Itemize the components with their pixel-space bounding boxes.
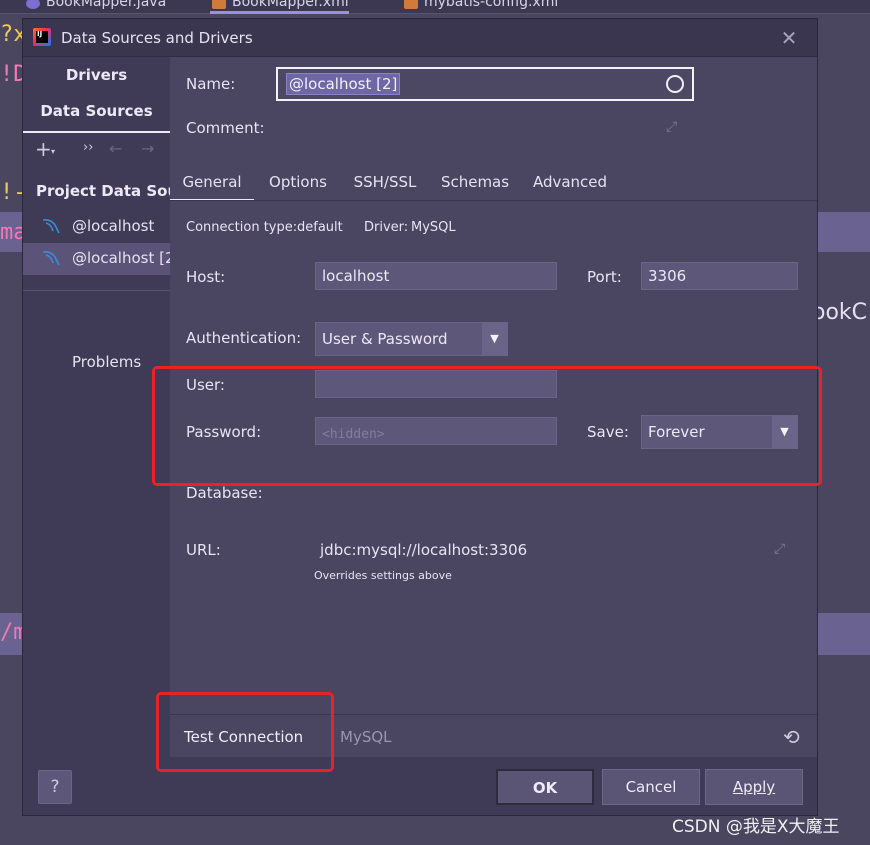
connection-type-label: Connection type: [186,220,298,235]
close-icon[interactable]: ✕ [779,28,799,48]
tabs-divider [170,200,817,201]
watermark: CSDN @我是X大魔王 [672,817,840,837]
intellij-logo-icon: IJ [33,28,51,46]
authentication-label: Authentication: [186,329,302,347]
dialog-button-bar: ? OK Cancel Apply [23,757,817,815]
add-icon[interactable]: + [35,137,52,161]
connection-form: Name: @localhost [2] Comment: ⤢ General … [170,57,817,757]
forward-arrow-icon[interactable]: → [141,139,154,158]
tab-schemas[interactable]: Schemas [428,167,522,201]
editor-code-fragment: ookC [812,300,868,325]
url-label: URL: [186,541,221,559]
left-toolbar: + ▾ ›› ← → [33,137,170,163]
editor-tab-bookmapper-java[interactable]: BookMapper.java [24,0,166,14]
cancel-button[interactable]: Cancel [602,769,700,805]
tab-data-sources[interactable]: Data Sources [23,99,170,133]
database-label: Database: [186,484,263,502]
tree-header-project-data-sources[interactable]: Project Data Sources [36,182,170,200]
connection-type-value[interactable]: default [297,220,343,235]
tree-item-localhost[interactable]: @localhost [23,211,170,243]
url-hint: Overrides settings above [314,569,452,582]
form-tabs: General Options SSH/SSL Schemas Advanced [170,167,817,201]
more-icon[interactable]: ›› [83,140,93,155]
driver-value[interactable]: MySQL [411,220,456,235]
name-input-value: @localhost [2] [286,73,401,95]
url-value[interactable]: jdbc:mysql://localhost:3306 [320,541,527,559]
divider [23,290,170,291]
save-select[interactable]: Forever ▼ [641,415,798,449]
footer-divider [170,714,817,715]
expand-icon[interactable]: ⤢ [774,541,792,559]
editor-tab-bookmapper-xml[interactable]: BookMapper.xml [210,0,349,14]
password-input[interactable]: <hidden> [315,417,557,445]
dialog-title: Data Sources and Drivers [61,29,253,47]
problems-item[interactable]: Problems [72,353,141,371]
driver-label: Driver: [364,220,409,235]
chevron-down-icon[interactable]: ▼ [772,416,797,448]
revert-icon[interactable]: ⟲ [783,725,800,749]
tab-advanced[interactable]: Advanced [522,167,618,201]
comment-label: Comment: [186,119,265,137]
tab-options[interactable]: Options [254,167,342,201]
expand-icon[interactable]: ⤢ [666,119,684,137]
editor-tab-mybatis-config[interactable]: mybatis-config.xml [402,0,558,14]
port-label: Port: [587,268,622,286]
apply-button[interactable]: Apply [705,769,803,805]
save-label: Save: [587,423,629,441]
chevron-down-icon[interactable]: ▼ [482,323,507,355]
left-panel: Drivers Data Sources + ▾ ›› ← → Project … [23,57,170,757]
data-sources-dialog: IJ Data Sources and Drivers ✕ Drivers Da… [22,18,818,816]
user-label: User: [186,376,225,394]
password-placeholder: <hidden> [322,427,385,442]
port-input[interactable]: 3306 [641,262,798,290]
ok-button[interactable]: OK [496,769,594,805]
editor-tab-bar: BookMapper.java BookMapper.xml mybatis-c… [0,0,870,14]
tab-ssh-ssl[interactable]: SSH/SSL [342,167,428,201]
dialog-titlebar: IJ Data Sources and Drivers ✕ [23,19,817,57]
back-arrow-icon[interactable]: ← [109,139,122,158]
xml-file-icon [212,0,226,9]
driver-footer-label[interactable]: MySQL [340,728,392,746]
host-label: Host: [186,268,226,286]
name-input[interactable]: @localhost [2] [276,67,694,101]
tab-drivers[interactable]: Drivers [23,63,170,93]
mysql-dolphin-icon [42,219,60,234]
tree-item-localhost-2[interactable]: @localhost [2] [23,243,170,275]
authentication-select[interactable]: User & Password ▼ [315,322,508,356]
chevron-down-icon[interactable]: ▾ [51,147,55,156]
name-label: Name: [186,75,236,93]
help-button[interactable]: ? [38,770,72,804]
tab-general[interactable]: General [170,167,254,201]
color-circle-icon[interactable] [666,75,684,93]
mysql-dolphin-icon [42,251,60,266]
password-label: Password: [186,423,262,441]
java-class-icon [26,0,40,9]
test-connection-link[interactable]: Test Connection [184,728,303,746]
host-input[interactable]: localhost [315,262,557,290]
user-input[interactable] [315,370,557,398]
xml-file-icon [404,0,418,9]
